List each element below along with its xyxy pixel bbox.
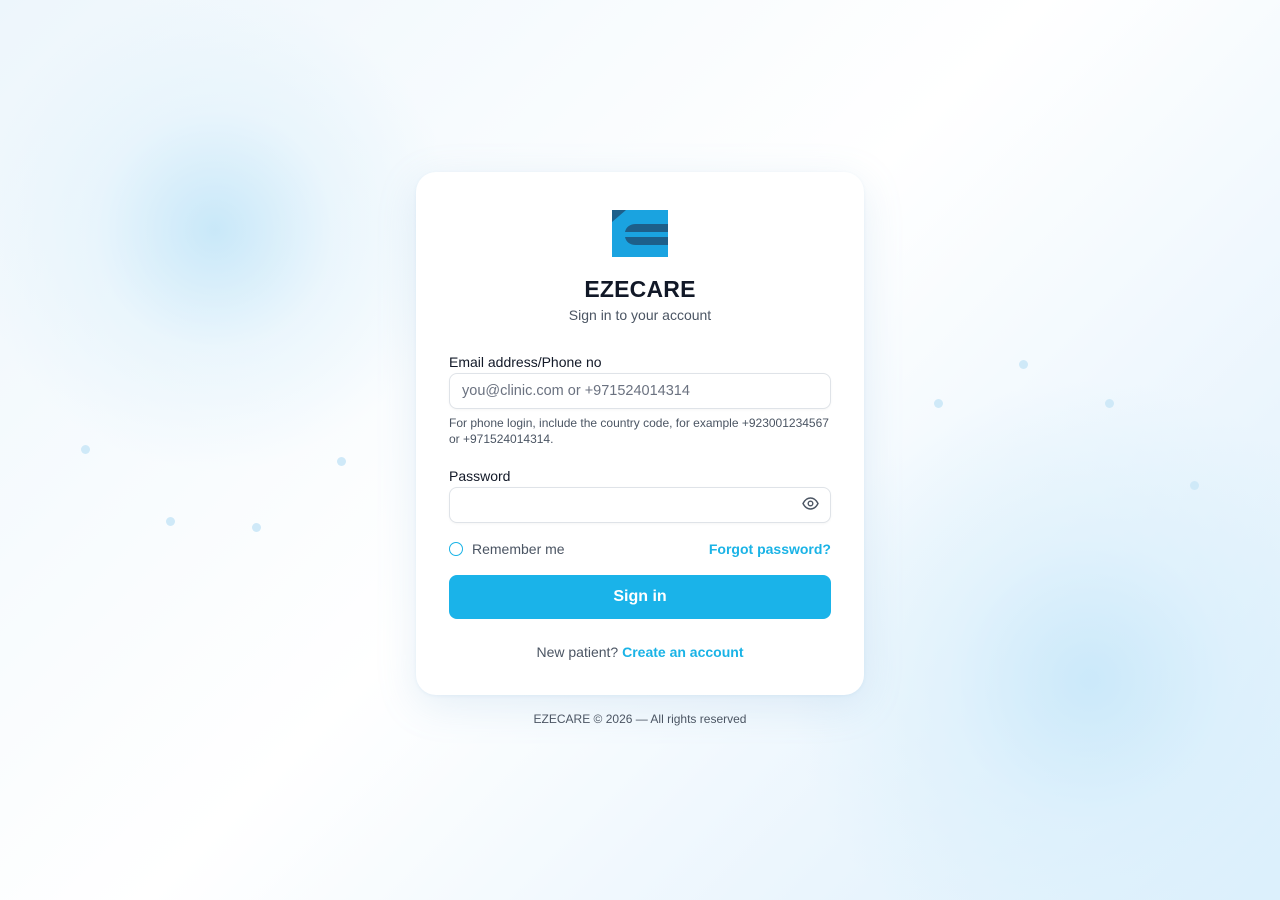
background-dot <box>1105 399 1114 408</box>
create-account-link[interactable]: Create an account <box>622 644 743 660</box>
background-dot <box>1190 481 1199 490</box>
password-field[interactable] <box>449 487 831 523</box>
new-patient-text: New patient? <box>536 644 619 660</box>
checkbox-circle[interactable] <box>449 542 463 556</box>
sign-in-button[interactable]: Sign in <box>449 575 831 619</box>
email-field[interactable] <box>449 373 831 409</box>
ezecare-logo <box>612 210 668 257</box>
page-subtitle: Sign in to your account <box>568 307 712 323</box>
background-dot <box>81 445 90 454</box>
background-dot <box>337 457 346 466</box>
background-dot <box>252 523 261 532</box>
background-dot <box>166 517 175 526</box>
footer-copyright: EZECARE © 2026 — All rights reserved <box>533 712 747 726</box>
signup-prompt: New patient? Create an account <box>416 644 864 660</box>
eye-icon[interactable] <box>802 497 819 510</box>
forgot-password-link[interactable]: Forgot password? <box>709 541 831 557</box>
login-card: EZECARE Sign in to your account Email ad… <box>416 172 864 695</box>
background-dot <box>1019 360 1028 369</box>
remember-me-checkbox[interactable]: Remember me <box>449 540 565 558</box>
password-label: Password <box>449 468 511 484</box>
phone-hint: For phone login, include the country cod… <box>449 416 829 446</box>
brand-name: EZECARE <box>584 276 696 302</box>
background-dot <box>934 399 943 408</box>
remember-me-label: Remember me <box>472 541 565 557</box>
email-label: Email address/Phone no <box>449 354 602 370</box>
